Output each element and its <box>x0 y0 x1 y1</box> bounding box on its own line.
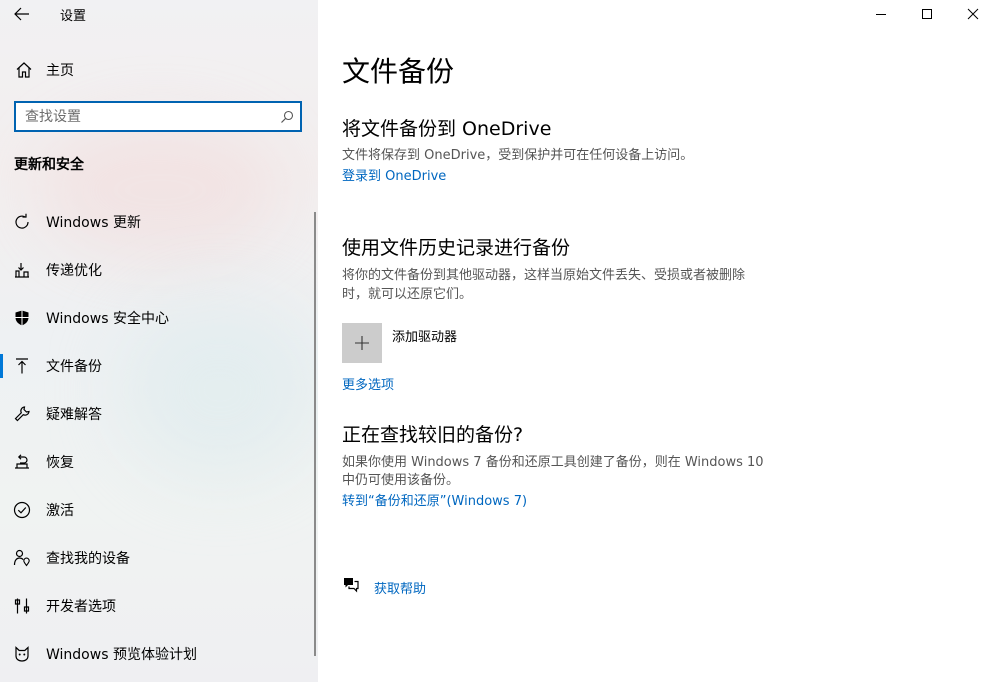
insider-cat-icon <box>12 645 32 663</box>
file-history-heading: 使用文件历史记录进行备份 <box>342 237 571 259</box>
sidebar-item-file-backup[interactable]: 文件备份 <box>0 342 318 390</box>
check-circle-icon <box>12 501 32 519</box>
recovery-icon <box>12 453 32 471</box>
plus-icon <box>342 323 382 363</box>
shield-icon <box>12 309 32 327</box>
maximize-icon <box>922 9 932 19</box>
maximize-button[interactable] <box>904 0 950 28</box>
developer-tools-icon <box>12 597 32 615</box>
sidebar-item-label: 主页 <box>46 63 74 79</box>
backup-arrow-icon <box>12 357 32 375</box>
close-button[interactable] <box>950 0 996 28</box>
minimize-icon <box>876 14 886 15</box>
search-icon[interactable] <box>274 110 300 124</box>
sidebar-item-label: 恢复 <box>46 455 74 471</box>
onedrive-heading: 将文件备份到 OneDrive <box>342 118 552 140</box>
wrench-icon <box>12 405 32 423</box>
sidebar-item-label: Windows 更新 <box>46 215 141 231</box>
person-location-icon <box>12 549 32 567</box>
minimize-button[interactable] <box>858 0 904 28</box>
app-title: 设置 <box>60 9 87 24</box>
search-input[interactable] <box>16 103 274 130</box>
sidebar-item-windows-security[interactable]: Windows 安全中心 <box>0 294 318 342</box>
home-icon <box>14 61 34 79</box>
sidebar-item-label: 传递优化 <box>46 263 102 279</box>
title-bar: 设置 <box>0 0 318 28</box>
sidebar-item-label: 文件备份 <box>46 359 102 375</box>
sidebar-nav: Windows 更新 传递优化 Windows 安全中心 文件备份 疑难解答 恢… <box>0 198 318 678</box>
older-backup-description-line2: 中仍可使用该备份。 <box>342 473 460 488</box>
sidebar-item-windows-insider[interactable]: Windows 预览体验计划 <box>0 630 318 678</box>
search-box <box>14 101 302 132</box>
add-drive-label: 添加驱动器 <box>392 330 458 345</box>
sidebar-item-recovery[interactable]: 恢复 <box>0 438 318 486</box>
sidebar-item-troubleshoot[interactable]: 疑难解答 <box>0 390 318 438</box>
delivery-optimization-icon <box>12 261 32 279</box>
section-title: 更新和安全 <box>14 157 84 173</box>
chat-help-icon <box>342 576 360 598</box>
more-options-link[interactable]: 更多选项 <box>342 374 394 393</box>
get-help-label: 获取帮助 <box>374 581 427 597</box>
close-icon <box>967 8 979 20</box>
sign-in-onedrive-link[interactable]: 登录到 OneDrive <box>342 165 446 184</box>
older-backup-description-line1: 如果你使用 Windows 7 备份和还原工具创建了备份，则在 Windows … <box>342 455 764 470</box>
page-title: 文件备份 <box>342 55 455 88</box>
sidebar-item-label: 激活 <box>46 503 74 519</box>
sidebar-item-label: 开发者选项 <box>46 599 116 615</box>
onedrive-description: 文件将保存到 OneDrive，受到保护并可在任何设备上访问。 <box>342 148 694 163</box>
file-history-description-line1: 将你的文件备份到其他驱动器，这样当原始文件丢失、受损或者被删除 <box>342 268 746 283</box>
sidebar-item-developer-options[interactable]: 开发者选项 <box>0 582 318 630</box>
sidebar-item-windows-update[interactable]: Windows 更新 <box>0 198 318 246</box>
sidebar-item-label: Windows 安全中心 <box>46 311 169 327</box>
sidebar-item-home[interactable]: 主页 <box>0 56 318 84</box>
sidebar-scrollbar[interactable] <box>314 212 316 656</box>
add-drive-button[interactable]: 添加驱动器 <box>342 323 457 363</box>
sidebar-item-label: 疑难解答 <box>46 407 102 423</box>
get-help-link[interactable]: 获取帮助 <box>342 576 426 598</box>
sidebar-item-delivery-optimization[interactable]: 传递优化 <box>0 246 318 294</box>
file-history-description-line2: 时，就可以还原它们。 <box>342 287 473 302</box>
sidebar-item-label: Windows 预览体验计划 <box>46 647 197 663</box>
refresh-icon <box>12 213 32 231</box>
sidebar-item-label: 查找我的设备 <box>46 551 130 567</box>
sidebar-item-find-my-device[interactable]: 查找我的设备 <box>0 534 318 582</box>
sidebar: 设置 主页 更新和安全 Windows 更新 传递优化 <box>0 0 318 682</box>
back-arrow-icon <box>14 7 29 21</box>
backup-restore-windows7-link[interactable]: 转到“备份和还原”(Windows 7) <box>342 490 527 509</box>
sidebar-item-activation[interactable]: 激活 <box>0 486 318 534</box>
back-button[interactable] <box>8 2 36 26</box>
older-backup-heading: 正在查找较旧的备份? <box>342 424 524 446</box>
